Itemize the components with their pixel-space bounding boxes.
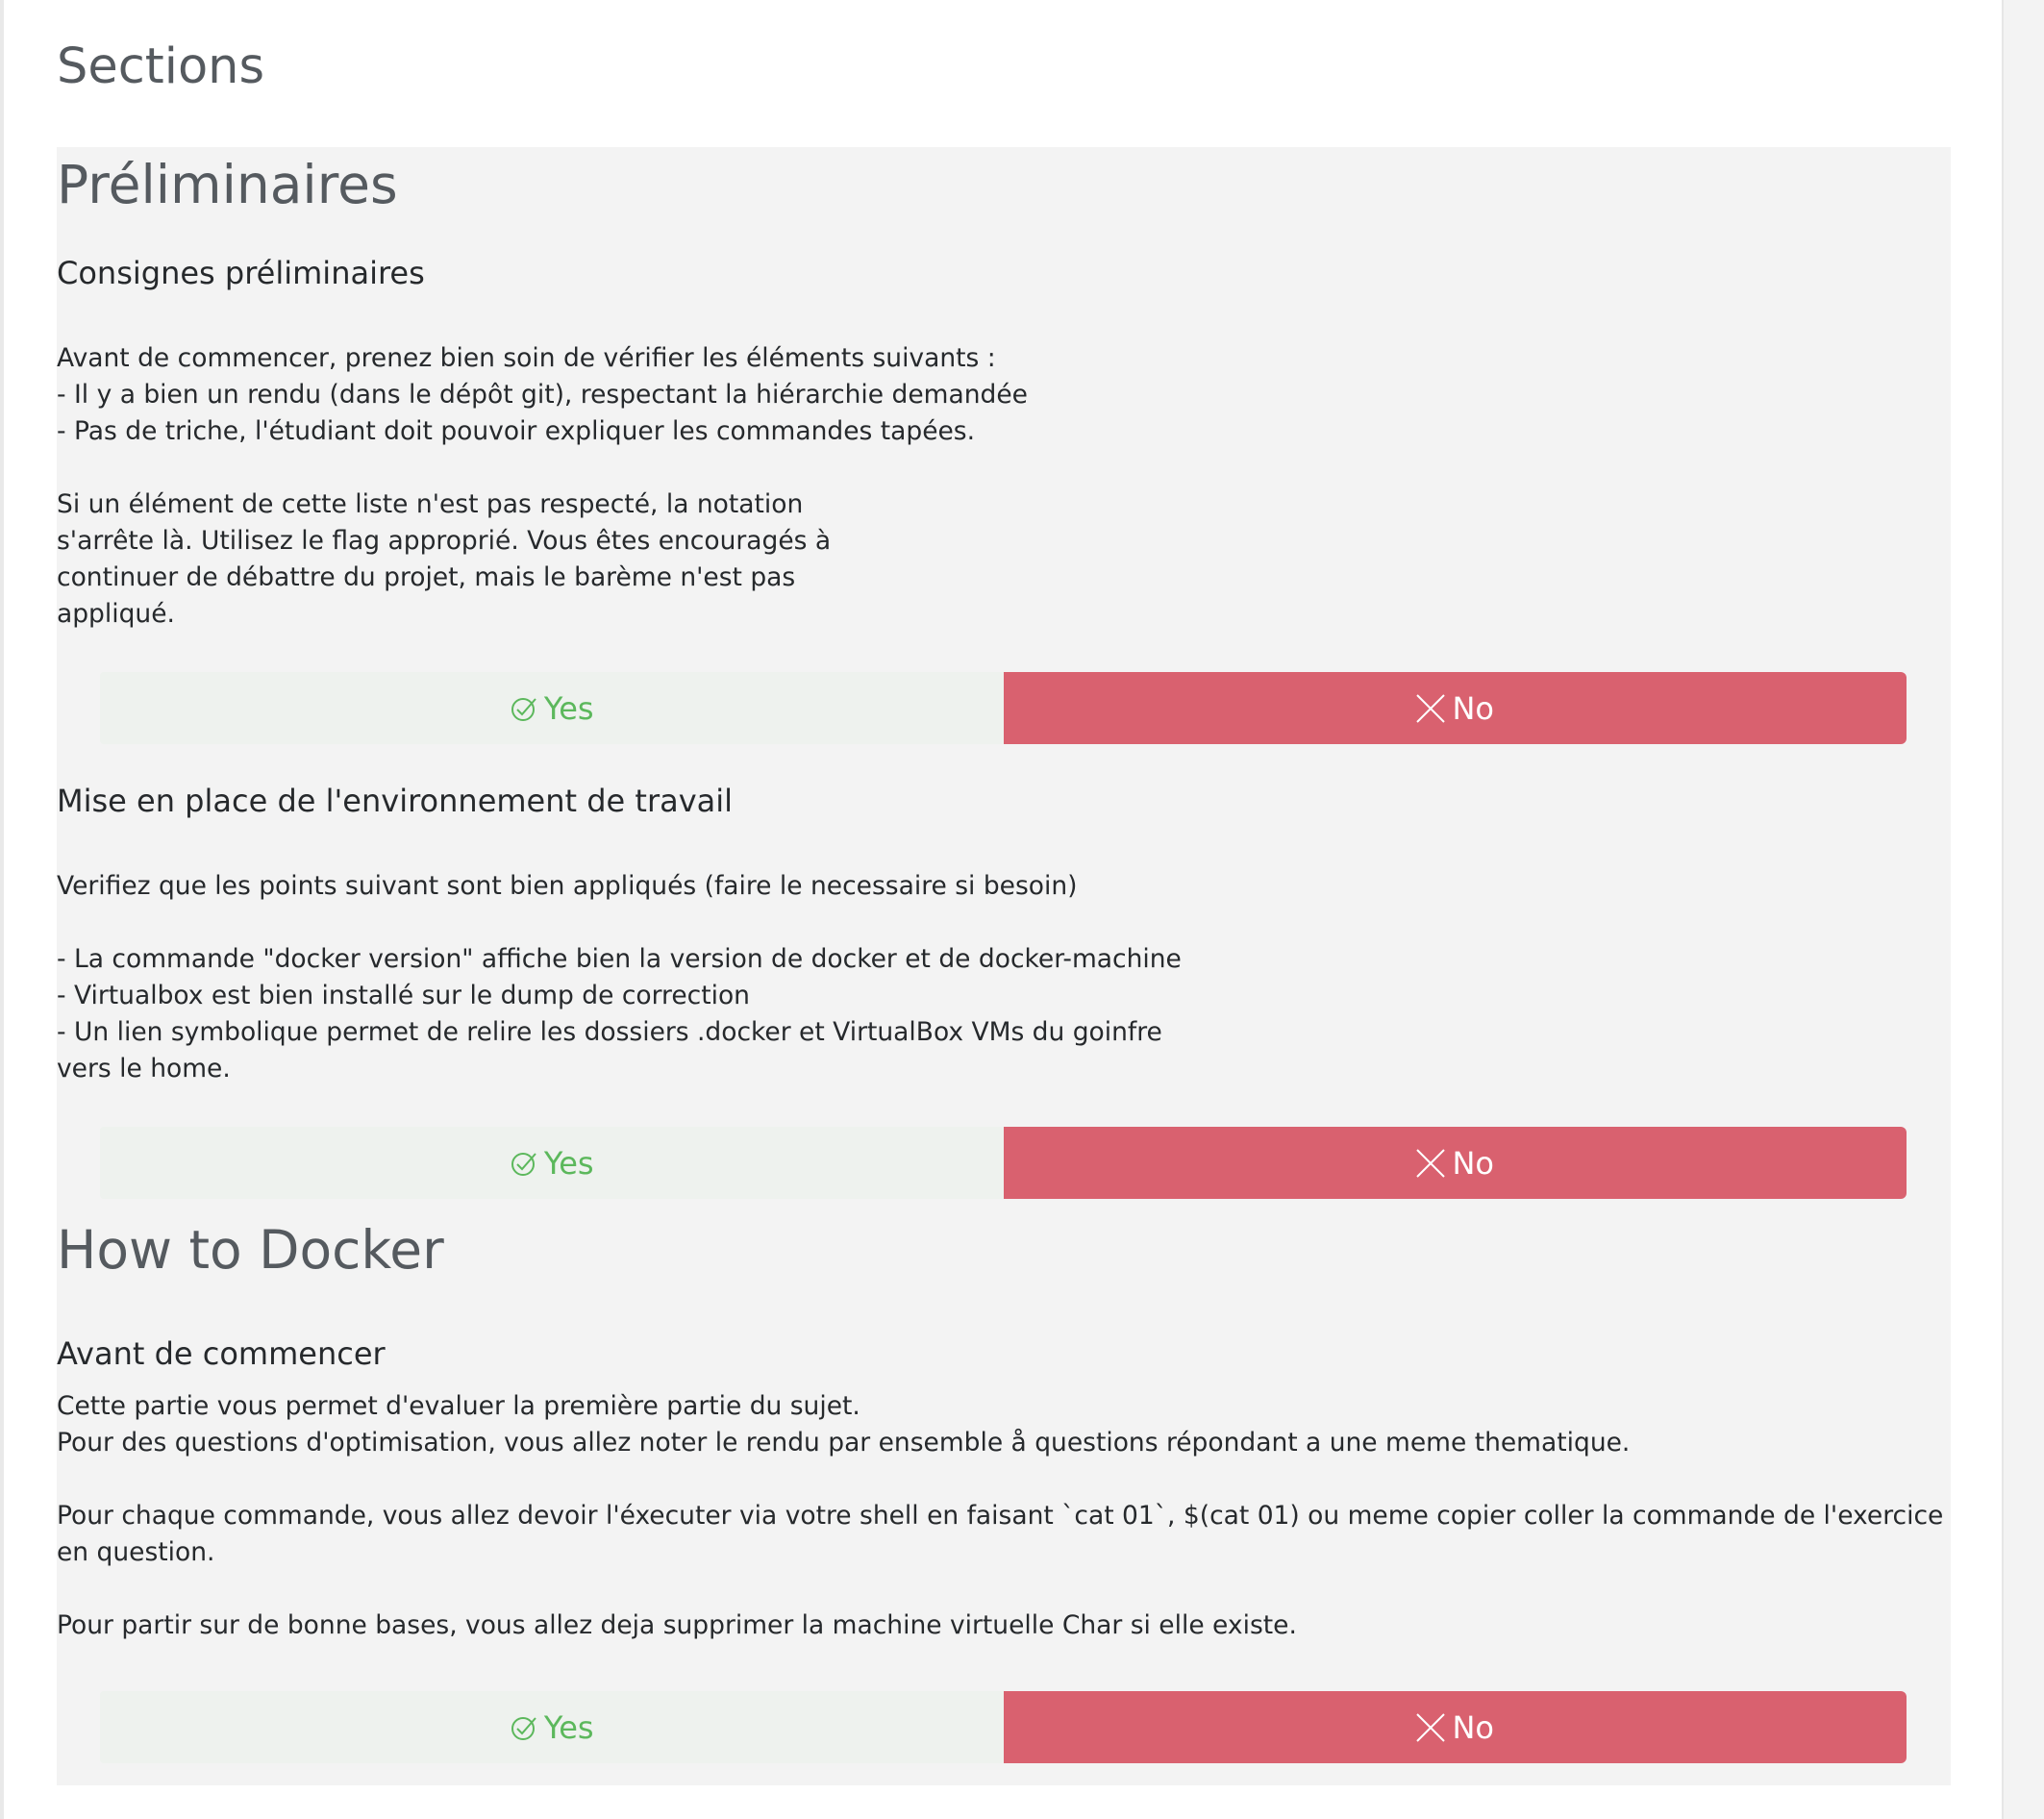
question-title: Mise en place de l'environnement de trav… (57, 783, 734, 819)
no-label: No (1452, 689, 1494, 727)
yes-button[interactable]: Yes (100, 1127, 1004, 1199)
sections-container: Sections Préliminaires Consignes prélimi… (57, 0, 1951, 1785)
section-title: How to Docker (57, 1219, 444, 1281)
check-circle-icon (511, 1152, 536, 1176)
section-how-to-docker: How to Docker Avant de commencer Cette p… (57, 1221, 1951, 1669)
question-text: Verifiez que les points suivant sont bie… (57, 871, 1182, 1084)
check-circle-icon (511, 697, 536, 721)
section-preliminaires: Préliminaires Consignes préliminaires Av… (57, 147, 1951, 650)
question-text: Cette partie vous permet d'evaluer la pr… (57, 1391, 1944, 1640)
answer-buttons: Yes No (57, 650, 1951, 766)
answer-buttons: Yes No (57, 1669, 1951, 1785)
yes-label: Yes (543, 1144, 594, 1182)
no-label: No (1452, 1144, 1494, 1182)
no-button[interactable]: No (1003, 1691, 1907, 1763)
page-right-gutter (2002, 0, 2044, 1819)
no-button[interactable]: No (1003, 1127, 1907, 1199)
page-title: Sections (57, 38, 265, 95)
yes-label: Yes (543, 689, 594, 727)
yes-button[interactable]: Yes (100, 1691, 1004, 1763)
close-icon (1416, 693, 1446, 723)
answer-buttons: Yes No (57, 1105, 1951, 1221)
no-button[interactable]: No (1003, 672, 1907, 744)
yes-label: Yes (543, 1708, 594, 1746)
yes-button[interactable]: Yes (100, 672, 1004, 744)
check-circle-icon (511, 1716, 536, 1740)
page-left-border (0, 0, 4, 1819)
question-card: Mise en place de l'environnement de trav… (57, 766, 1951, 1105)
close-icon (1416, 1712, 1446, 1742)
section-title: Préliminaires (57, 154, 398, 215)
question-title: Avant de commencer (57, 1335, 386, 1372)
question-title: Consignes préliminaires (57, 255, 425, 291)
no-label: No (1452, 1708, 1494, 1746)
close-icon (1416, 1148, 1446, 1178)
question-text: Avant de commencer, prenez bien soin de … (57, 343, 1028, 629)
